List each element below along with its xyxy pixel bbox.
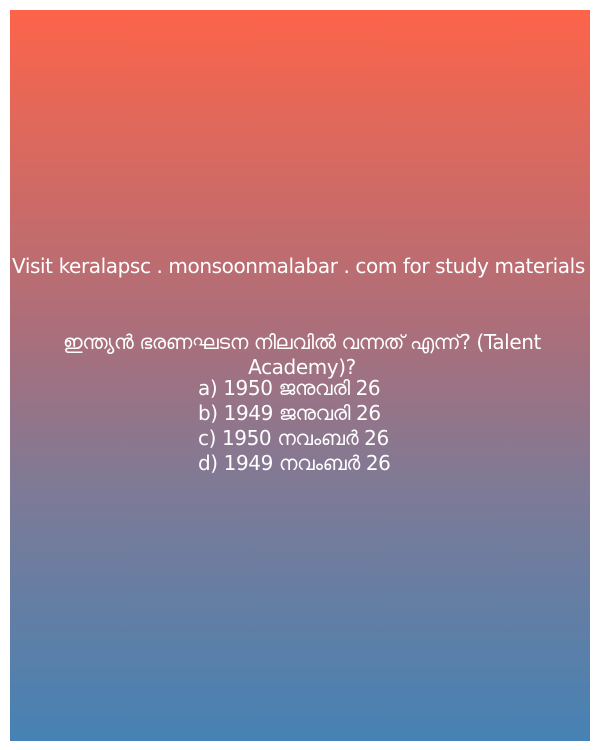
promo-text: Visit keralapsc . monsoonmalabar . com f… — [12, 254, 585, 278]
option-d: d) 1949 നവംബർ 26 — [198, 451, 391, 475]
option-c: c) 1950 നവംബർ 26 — [198, 426, 389, 450]
option-b: b) 1949 ജനുവരി 26 — [198, 401, 381, 425]
quiz-card: Visit keralapsc . monsoonmalabar . com f… — [10, 10, 590, 741]
option-a: a) 1950 ജനുവരി 26 — [198, 376, 381, 400]
options-list: a) 1950 ജനുവരി 26 b) 1949 ജനുവരി 26 c) 1… — [198, 376, 391, 476]
question-text: ഇന്ത്യൻ ഭരണഘടന നിലവിൽ വന്നത് എന്ന്? (Tal… — [63, 330, 541, 379]
